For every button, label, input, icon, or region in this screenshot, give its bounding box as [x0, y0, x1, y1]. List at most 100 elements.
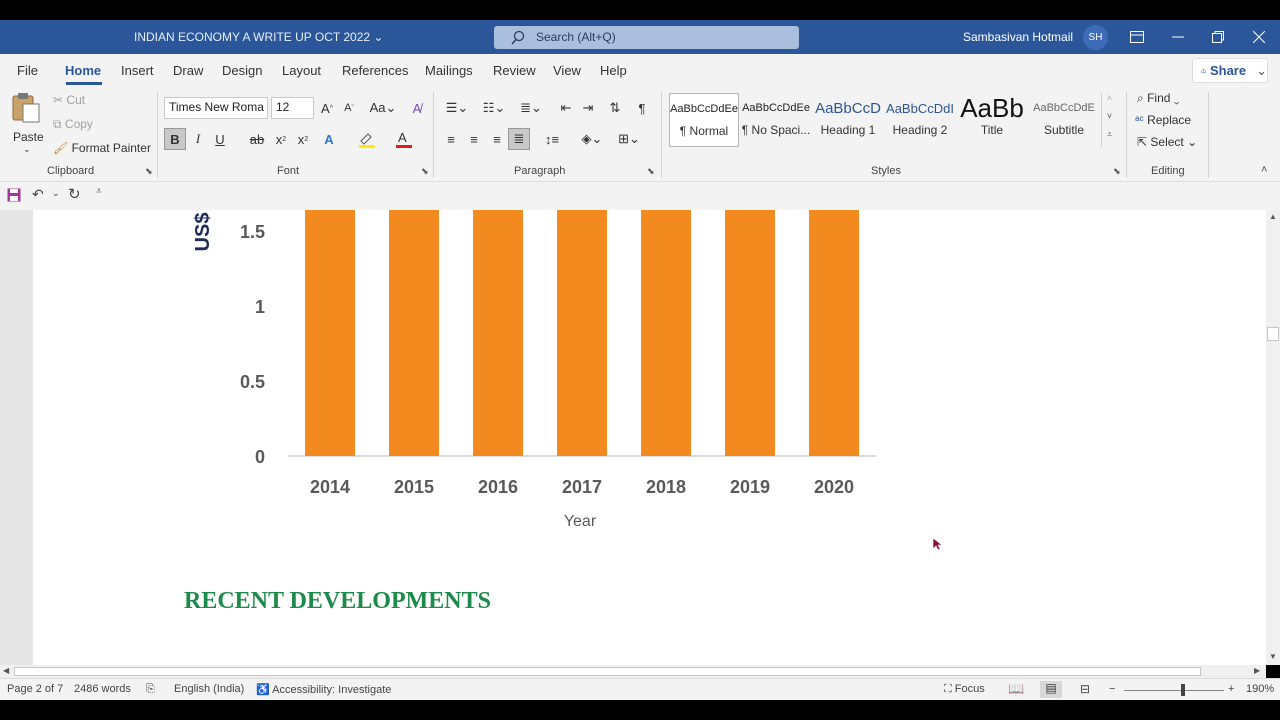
dialog-launcher-icon[interactable]: ⬊: [1113, 166, 1121, 177]
user-name[interactable]: Sambasivan Hotmail: [963, 30, 1073, 44]
zoom-slider[interactable]: [1124, 690, 1224, 691]
horizontal-scroll-thumb[interactable]: [14, 667, 1201, 676]
tab-mailings[interactable]: Mailings: [425, 63, 473, 78]
numbering-icon[interactable]: ☷⌄: [479, 97, 509, 119]
format-painter-button[interactable]: 🖌 Format Painter: [53, 141, 151, 155]
chevron-down-icon[interactable]: ⌄: [23, 144, 31, 155]
word-count[interactable]: 2486 words: [74, 683, 131, 695]
vertical-scrollbar[interactable]: ▲ ▼: [1266, 210, 1280, 665]
tab-review[interactable]: Review: [493, 63, 536, 78]
borders-icon[interactable]: ⊞⌄: [614, 128, 644, 150]
shading-icon[interactable]: ◈⌄: [577, 128, 607, 150]
font-size-select[interactable]: 12: [271, 97, 314, 119]
tab-design[interactable]: Design: [222, 63, 262, 78]
shrink-font-icon[interactable]: Aˇ: [338, 97, 360, 119]
align-left-icon[interactable]: ≡: [440, 128, 462, 150]
dialog-launcher-icon[interactable]: ⬊: [421, 166, 429, 177]
justify-icon[interactable]: ≣: [508, 128, 530, 150]
page-count[interactable]: Page 2 of 7: [7, 683, 63, 695]
align-right-icon[interactable]: ≡: [486, 128, 508, 150]
clear-formatting-icon[interactable]: A̸: [406, 97, 428, 119]
scroll-right-icon[interactable]: ▶: [1254, 666, 1260, 675]
dialog-launcher-icon[interactable]: ⬊: [145, 166, 153, 177]
increase-indent-icon[interactable]: ⇥: [577, 97, 599, 119]
horizontal-scrollbar[interactable]: ◀ ▶: [0, 665, 1266, 678]
select-button[interactable]: ⇱ Select ⌄: [1137, 135, 1197, 149]
print-layout-button[interactable]: ▤: [1040, 681, 1062, 698]
tab-references[interactable]: References: [342, 63, 408, 78]
line-spacing-icon[interactable]: ↕≡: [537, 128, 567, 150]
scroll-up-icon[interactable]: ▲: [1269, 212, 1277, 221]
text-effects-icon[interactable]: A: [318, 128, 340, 150]
style-subtitle[interactable]: AaBbCcDdE Subtitle: [1029, 93, 1099, 147]
save-icon[interactable]: [7, 188, 21, 205]
search-box[interactable]: Search (Alt+Q): [494, 26, 799, 49]
scroll-left-icon[interactable]: ◀: [3, 666, 9, 675]
ribbon-display-options-icon[interactable]: [1117, 20, 1157, 54]
zoom-out-icon[interactable]: −: [1109, 683, 1115, 695]
style-heading-2[interactable]: AaBbCcDdI Heading 2: [885, 93, 955, 147]
tab-home[interactable]: Home: [65, 63, 101, 78]
more-styles-icon[interactable]: ⩡: [1102, 129, 1117, 147]
subscript-button[interactable]: x2: [270, 128, 292, 150]
customize-qat-icon[interactable]: ⩡: [96, 186, 102, 197]
document-title[interactable]: INDIAN ECONOMY A WRITE UP OCT 2022 ⌄: [134, 30, 383, 44]
replace-button[interactable]: ᵃᶜ Replace: [1135, 113, 1191, 127]
chevron-up-icon[interactable]: ˄: [1102, 93, 1117, 111]
chevron-down-icon[interactable]: ˅: [1102, 111, 1117, 129]
style-no-spacing[interactable]: AaBbCcDdEe ¶ No Spaci...: [741, 93, 811, 147]
dialog-launcher-icon[interactable]: ⬊: [647, 166, 655, 177]
superscript-button[interactable]: x2: [292, 128, 314, 150]
tab-view[interactable]: View: [553, 63, 581, 78]
language[interactable]: English (India): [174, 683, 244, 695]
tab-file[interactable]: File: [17, 63, 38, 78]
italic-button[interactable]: I: [187, 128, 209, 150]
strikethrough-button[interactable]: ab: [246, 128, 268, 150]
restore-icon[interactable]: [1198, 20, 1238, 54]
scroll-down-icon[interactable]: ▼: [1269, 652, 1277, 661]
close-icon[interactable]: [1239, 20, 1279, 54]
bullets-icon[interactable]: ☰⌄: [442, 97, 472, 119]
tab-draw[interactable]: Draw: [173, 63, 203, 78]
highlight-icon[interactable]: [355, 128, 377, 150]
tab-layout[interactable]: Layout: [282, 63, 321, 78]
vertical-scroll-thumb[interactable]: [1267, 327, 1279, 341]
web-layout-icon[interactable]: ⊟: [1080, 682, 1090, 696]
minimize-icon[interactable]: [1158, 20, 1198, 54]
show-formatting-marks-icon[interactable]: ¶: [631, 97, 653, 119]
collapse-ribbon-icon[interactable]: ˄: [1261, 164, 1267, 176]
bold-button[interactable]: B: [164, 128, 186, 150]
tab-insert[interactable]: Insert: [121, 63, 154, 78]
font-family-select[interactable]: Times New Roma: [164, 97, 268, 119]
underline-button[interactable]: U: [209, 128, 231, 150]
style-normal[interactable]: AaBbCcDdEe ¶ Normal: [669, 93, 739, 147]
grow-font-icon[interactable]: A ^: [316, 97, 338, 119]
zoom-slider-thumb[interactable]: [1181, 684, 1185, 696]
document-page[interactable]: US$ 0 0.5 1 1.5 2014 2015 2016 2017 2018 2019 202…: [33, 210, 1266, 665]
font-color-icon[interactable]: A: [392, 128, 414, 150]
redo-icon[interactable]: ↻: [68, 185, 81, 203]
undo-icon[interactable]: ↶: [32, 186, 44, 203]
avatar[interactable]: SH: [1083, 25, 1108, 50]
find-button[interactable]: ⌕ Find ⌄: [1137, 91, 1179, 106]
focus-button[interactable]: ⛶ Focus: [944, 683, 985, 696]
multilevel-list-icon[interactable]: ≣⌄: [516, 97, 546, 119]
style-title[interactable]: AaBb Title: [957, 93, 1027, 147]
accessibility-status[interactable]: ♿ Accessibility: Investigate: [256, 683, 391, 696]
style-heading-1[interactable]: AaBbCcD Heading 1: [813, 93, 883, 147]
share-button[interactable]: Share ⌄: [1192, 58, 1268, 83]
zoom-level[interactable]: 190%: [1246, 683, 1274, 695]
change-case-icon[interactable]: Aa⌄: [368, 97, 398, 119]
tab-help[interactable]: Help: [600, 63, 627, 78]
proofing-icon[interactable]: ⎘: [146, 683, 155, 696]
chevron-down-icon[interactable]: ⌄: [1256, 63, 1267, 79]
cut-button[interactable]: ✂ Cut: [53, 93, 85, 107]
paste-button[interactable]: Paste ⌄: [10, 92, 46, 155]
chevron-down-icon[interactable]: ⌄: [52, 188, 60, 199]
sort-icon[interactable]: ⇅: [604, 97, 626, 119]
read-mode-icon[interactable]: 📖: [1008, 681, 1024, 697]
zoom-in-icon[interactable]: +: [1228, 683, 1234, 695]
align-center-icon[interactable]: ≡: [463, 128, 485, 150]
decrease-indent-icon[interactable]: ⇤: [555, 97, 577, 119]
copy-button[interactable]: ⧉ Copy: [53, 117, 93, 132]
